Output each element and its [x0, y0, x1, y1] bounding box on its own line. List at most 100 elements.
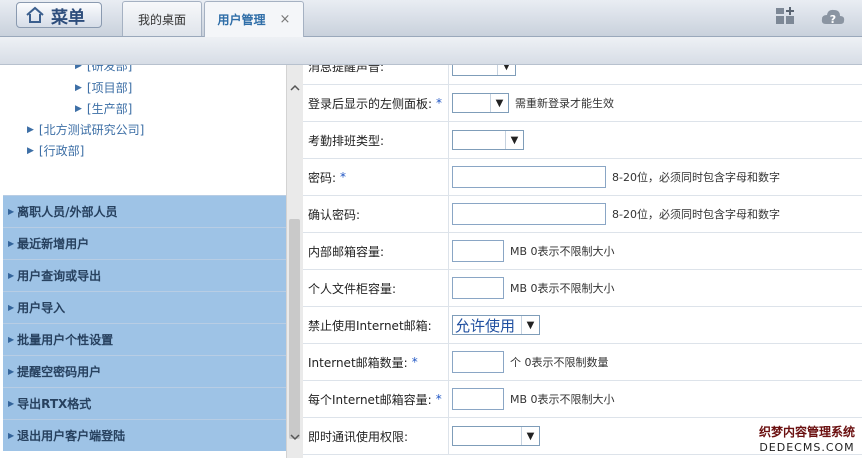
- tree-item-label: [项目部]: [86, 81, 133, 95]
- arrow-right-icon: ▶: [27, 145, 34, 156]
- left-panel-select[interactable]: ▼: [452, 93, 509, 113]
- arrow-right-icon: ▶: [75, 82, 82, 93]
- user-form: 消息提醒声音: ▼ 登录后显示的左侧面板: * ▼ 需重新登录才能生效 考勤排班类…: [303, 65, 862, 458]
- tree-item-label: [北方测试研究公司]: [38, 123, 145, 137]
- field-label: 确认密码:: [308, 207, 361, 222]
- row-internet-size: 每个Internet邮箱容量: * MB 0表示不限制大小: [303, 381, 862, 418]
- watermark: 织梦内容管理系统 DEDECMS.COM: [752, 425, 862, 457]
- field-hint: MB 0表示不限制大小: [510, 393, 615, 406]
- tree-item-label: [行政部]: [38, 144, 85, 158]
- help-icon[interactable]: ?: [820, 6, 846, 28]
- chevron-down-icon: ▼: [521, 427, 539, 445]
- tab-user-management-label: 用户管理: [217, 13, 266, 27]
- add-grid-icon[interactable]: [774, 6, 796, 28]
- group-recent-users[interactable]: ▶ 最近新增用户: [3, 227, 286, 259]
- arrow-right-icon: ▶: [8, 271, 15, 280]
- chevron-down-icon: ▼: [490, 94, 508, 112]
- scroll-down-icon[interactable]: [287, 429, 303, 445]
- field-hint: 个 0表示不限制数量: [510, 356, 609, 369]
- group-query-export[interactable]: ▶ 用户查询或导出: [3, 259, 286, 291]
- main-menu-button[interactable]: 菜单: [16, 2, 102, 28]
- chevron-down-icon: ▼: [521, 316, 539, 334]
- arrow-right-icon: ▶: [75, 65, 82, 71]
- select-value: 允许使用: [455, 317, 516, 335]
- group-list: ▶ 离职人员/外部人员 ▶ 最近新增用户 ▶ 用户查询或导出 ▶ 用户导入 ▶ 批量用户个…: [3, 195, 286, 451]
- internet-count-input[interactable]: [452, 351, 504, 373]
- mailbox-size-input[interactable]: [452, 240, 504, 262]
- group-label: 导出RTX格式: [17, 397, 92, 411]
- row-attendance: 考勤排班类型: ▼: [303, 122, 862, 159]
- field-label: 消息提醒声音:: [308, 65, 385, 74]
- group-label: 用户查询或导出: [17, 269, 102, 283]
- field-label: 内部邮箱容量:: [308, 244, 385, 259]
- arrow-right-icon: ▶: [8, 303, 15, 312]
- arrow-right-icon: ▶: [75, 103, 82, 114]
- group-logout-clients[interactable]: ▶ 退出用户客户端登陆: [3, 419, 286, 451]
- group-user-import[interactable]: ▶ 用户导入: [3, 291, 286, 323]
- close-icon[interactable]: ×: [280, 12, 291, 27]
- file-cabinet-input[interactable]: [452, 277, 504, 299]
- tree-item-admin[interactable]: ▶ [行政部]: [27, 142, 84, 159]
- watermark-line1: 织梦内容管理系统: [758, 425, 855, 439]
- tab-user-management[interactable]: 用户管理 ×: [204, 1, 304, 37]
- row-message-sound: 消息提醒声音: ▼: [303, 65, 862, 85]
- top-bar: 菜单 我的桌面 用户管理 × ?: [0, 0, 862, 37]
- tab-my-desktop[interactable]: 我的桌面: [122, 1, 202, 36]
- sound-select[interactable]: ▼: [452, 65, 516, 76]
- scroll-up-icon[interactable]: [287, 79, 303, 95]
- row-internet-count: Internet邮箱数量: * 个 0表示不限制数量: [303, 344, 862, 381]
- group-label: 离职人员/外部人员: [17, 205, 118, 219]
- field-hint: 8-20位，必须同时包含字母和数字: [612, 208, 780, 221]
- tree-item-label: [研发部]: [86, 65, 133, 73]
- field-label: 密码:: [308, 170, 337, 185]
- group-batch-settings[interactable]: ▶ 批量用户个性设置: [3, 323, 286, 355]
- tree-item-north-lab[interactable]: ▶ [北方测试研究公司]: [27, 121, 144, 138]
- required-mark: *: [411, 355, 418, 369]
- group-departed-users[interactable]: ▶ 离职人员/外部人员: [3, 195, 286, 227]
- scrollbar-thumb[interactable]: [289, 219, 300, 439]
- field-label: Internet邮箱数量:: [308, 355, 408, 370]
- required-mark: *: [340, 170, 347, 184]
- field-label: 考勤排班类型:: [308, 133, 385, 148]
- arrow-right-icon: ▶: [8, 335, 15, 344]
- field-hint: 需重新登录才能生效: [515, 97, 614, 110]
- tree-item-label: [生产部]: [86, 102, 133, 116]
- row-left-panel: 登录后显示的左侧面板: * ▼ 需重新登录才能生效: [303, 85, 862, 122]
- dept-tree: ▶ [研发部] ▶ [项目部] ▶ [生产部] ▶ [北方测试研究公司] ▶ […: [3, 65, 286, 194]
- field-label: 个人文件柜容量:: [308, 281, 397, 296]
- group-label: 最近新增用户: [17, 237, 90, 251]
- internet-size-input[interactable]: [452, 388, 504, 410]
- watermark-line2: DEDECMS.COM: [759, 441, 855, 454]
- field-label: 即时通讯使用权限:: [308, 429, 409, 444]
- row-mailbox-size: 内部邮箱容量: MB 0表示不限制大小: [303, 233, 862, 270]
- arrow-right-icon: ▶: [8, 399, 15, 408]
- row-file-cabinet: 个人文件柜容量: MB 0表示不限制大小: [303, 270, 862, 307]
- tree-item-project[interactable]: ▶ [项目部]: [75, 79, 132, 96]
- attendance-select[interactable]: ▼: [452, 130, 524, 150]
- password-input[interactable]: [452, 166, 606, 188]
- field-hint: MB 0表示不限制大小: [510, 282, 615, 295]
- tree-item-rnd[interactable]: ▶ [研发部]: [75, 65, 132, 74]
- arrow-right-icon: ▶: [8, 431, 15, 440]
- left-panel: ▶ [研发部] ▶ [项目部] ▶ [生产部] ▶ [北方测试研究公司] ▶ […: [3, 65, 287, 458]
- confirm-password-input[interactable]: [452, 203, 606, 225]
- arrow-right-icon: ▶: [8, 367, 15, 376]
- group-label: 退出用户客户端登陆: [17, 429, 126, 443]
- field-hint: 8-20位，必须同时包含字母和数字: [612, 171, 780, 184]
- group-label: 提醒空密码用户: [17, 365, 102, 379]
- internet-mail-select[interactable]: 允许使用 ▼: [452, 315, 540, 335]
- arrow-right-icon: ▶: [27, 124, 34, 135]
- group-empty-password[interactable]: ▶ 提醒空密码用户: [3, 355, 286, 387]
- im-permission-select[interactable]: ▼: [452, 426, 540, 446]
- row-internet-mail: 禁止使用Internet邮箱: 允许使用 ▼: [303, 307, 862, 344]
- main-menu-label: 菜单: [51, 7, 85, 28]
- tree-item-production[interactable]: ▶ [生产部]: [75, 100, 132, 117]
- group-export-rtx[interactable]: ▶ 导出RTX格式: [3, 387, 286, 419]
- required-mark: *: [435, 392, 442, 406]
- left-scrollbar[interactable]: [286, 65, 303, 458]
- field-label: 禁止使用Internet邮箱:: [308, 318, 432, 333]
- svg-text:?: ?: [830, 13, 836, 26]
- chevron-down-icon: ▼: [505, 131, 523, 149]
- field-label: 登录后显示的左侧面板:: [308, 96, 433, 111]
- tab-my-desktop-label: 我的桌面: [137, 12, 186, 27]
